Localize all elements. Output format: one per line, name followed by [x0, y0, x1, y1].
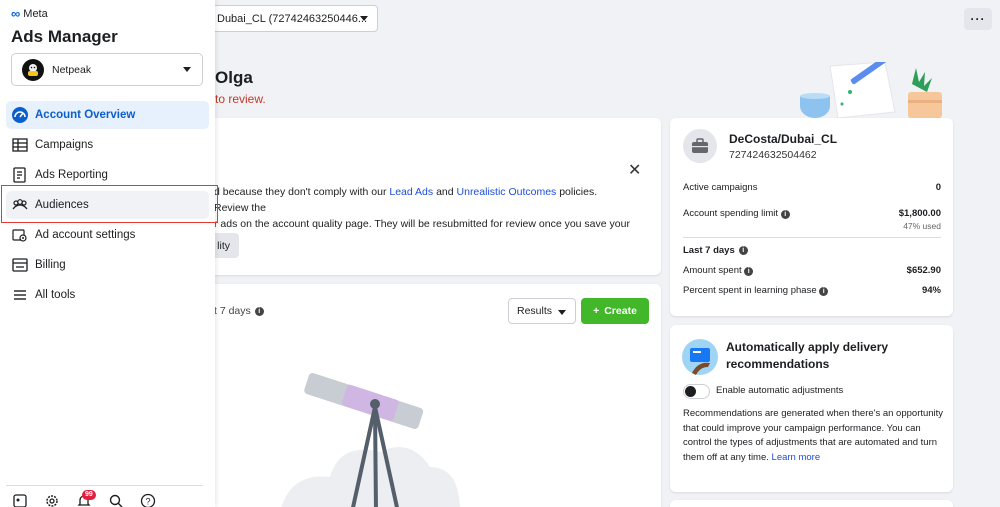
last-7-days-title: Last 7 days i	[683, 245, 748, 256]
telescope-illustration	[281, 373, 460, 507]
spending-limit-row: Account spending limit i $1,800.00	[683, 208, 941, 219]
settings-gear-icon	[12, 229, 27, 242]
billing-icon	[12, 258, 28, 272]
create-button-label: Create	[604, 305, 637, 317]
briefcase-icon	[683, 129, 717, 163]
info-icon[interactable]: i	[780, 210, 790, 219]
next-card	[670, 500, 953, 507]
spending-limit-label: Account spending limit i	[683, 208, 790, 219]
learning-phase-value: 94%	[921, 285, 941, 296]
last-7-days-title-text: Last 7 days	[683, 245, 735, 256]
recommendations-title: Automatically apply delivery recommendat…	[726, 340, 889, 371]
period-label-text: t 7 days	[214, 305, 251, 317]
close-icon[interactable]: ✕	[628, 160, 641, 180]
meta-infinity-icon: ∞	[11, 6, 21, 21]
learning-phase-row: Percent spent in learning phase i 94%	[683, 285, 941, 296]
account-id: 727424632504462	[729, 149, 817, 161]
divider	[683, 237, 941, 238]
info-icon[interactable]: i	[738, 246, 748, 255]
alert-text-part: d because they don't comply with our	[214, 186, 390, 198]
avatar	[22, 58, 44, 81]
lead-ads-link[interactable]: Lead Ads	[389, 186, 433, 198]
results-dropdown-label: Results	[517, 305, 553, 317]
svg-text:?: ?	[145, 497, 150, 507]
chevron-down-icon	[558, 310, 566, 315]
sidebar-item-label: Ads Reporting	[35, 169, 108, 181]
sidebar-item-label: Ad account settings	[35, 229, 136, 241]
divider	[6, 485, 203, 486]
active-campaigns-row: Active campaigns 0	[683, 182, 941, 193]
audiences-highlight-box	[1, 185, 218, 223]
results-dropdown[interactable]: Results	[508, 298, 576, 324]
sidebar-item-ad-account-settings[interactable]: Ad account settings	[6, 221, 209, 249]
period-label: t 7 days i	[214, 305, 264, 317]
sidebar-item-label: Campaigns	[35, 139, 94, 151]
report-icon	[13, 167, 26, 183]
alert-text-line2: r ads on the account quality page. They …	[214, 218, 630, 230]
notification-count-badge: 99	[82, 490, 96, 500]
alert-text-part: and	[433, 186, 457, 198]
more-options-button[interactable]: ···	[964, 8, 992, 30]
search-icon[interactable]	[108, 493, 124, 507]
auto-adjust-toggle[interactable]	[683, 384, 710, 399]
policy-alert-card: ✕ d because they don't comply with our L…	[200, 118, 661, 275]
amount-spent-value: $652.90	[906, 265, 941, 276]
spending-limit-label-text: Account spending limit	[683, 208, 779, 219]
amount-spent-label: Amount spent i	[683, 265, 754, 276]
learning-phase-label: Percent spent in learning phase i	[683, 285, 829, 296]
sidebar-item-all-tools[interactable]: All tools	[6, 281, 209, 309]
meta-logo: ∞ Meta	[11, 6, 48, 21]
review-note: to review.	[215, 92, 266, 106]
amount-spent-label-text: Amount spent	[683, 265, 742, 276]
info-icon[interactable]: i	[744, 267, 754, 276]
unrealistic-outcomes-link[interactable]: Unrealistic Outcomes	[457, 186, 557, 198]
account-name: DeCosta/Dubai_CL	[729, 132, 838, 146]
sidebar-footer: ? 99	[12, 490, 156, 507]
ad-account-selector[interactable]: Dubai_CL (72742463250446...	[200, 5, 378, 32]
sidebar-item-label: Account Overview	[35, 109, 136, 121]
account-summary-card: DeCosta/Dubai_CL 727424632504462 Active …	[670, 118, 953, 316]
ellipsis-icon: ···	[970, 12, 986, 26]
recommendation-icon	[682, 339, 718, 375]
pages-icon[interactable]	[12, 493, 28, 507]
learning-phase-label-text: Percent spent in learning phase	[683, 285, 817, 296]
spending-limit-used: 47% used	[903, 221, 941, 231]
learn-more-link[interactable]: Learn more	[772, 452, 821, 463]
table-icon	[12, 138, 28, 152]
sidebar-item-label: All tools	[35, 289, 76, 301]
auto-adjust-label: Enable automatic adjustments	[716, 385, 844, 396]
chevron-down-icon	[360, 16, 368, 21]
sidebar-item-account-overview[interactable]: Account Overview	[6, 101, 209, 129]
sidebar-item-billing[interactable]: Billing	[6, 251, 209, 279]
ad-account-selector-value: Dubai_CL (72742463250446...	[217, 12, 368, 25]
active-campaigns-value: 0	[935, 182, 941, 193]
sidebar: ∞ Meta Ads Manager Netpeak Account Overv…	[0, 0, 218, 507]
info-icon[interactable]: i	[254, 306, 264, 316]
active-campaigns-label: Active campaigns	[683, 182, 758, 193]
greeting-name: Olga	[215, 68, 253, 87]
amount-spent-row: Amount spent i $652.90	[683, 265, 941, 276]
app-title: Ads Manager	[11, 27, 118, 46]
recommendations-card: Automatically apply delivery recommendat…	[670, 325, 953, 492]
help-icon[interactable]: ?	[140, 493, 156, 507]
plus-icon: +	[593, 305, 600, 317]
gauge-icon	[12, 107, 28, 123]
recommendations-description: Recommendations are generated when there…	[683, 407, 945, 465]
business-name: Netpeak	[52, 63, 92, 76]
meta-brand: Meta	[23, 7, 48, 20]
sidebar-item-label: Billing	[35, 259, 66, 271]
gear-icon[interactable]	[44, 493, 60, 507]
spending-limit-value: $1,800.00	[898, 208, 941, 219]
menu-icon	[14, 290, 26, 300]
workspace-illustration	[800, 62, 942, 119]
info-icon[interactable]: i	[819, 287, 829, 296]
business-selector[interactable]: Netpeak	[11, 53, 203, 86]
sidebar-item-campaigns[interactable]: Campaigns	[6, 131, 209, 159]
chevron-down-icon	[183, 67, 191, 72]
policy-alert-text: d because they don't comply with our Lea…	[214, 184, 634, 232]
create-button[interactable]: + Create	[581, 298, 649, 324]
performance-card: t 7 days i Results + Create	[200, 284, 661, 507]
